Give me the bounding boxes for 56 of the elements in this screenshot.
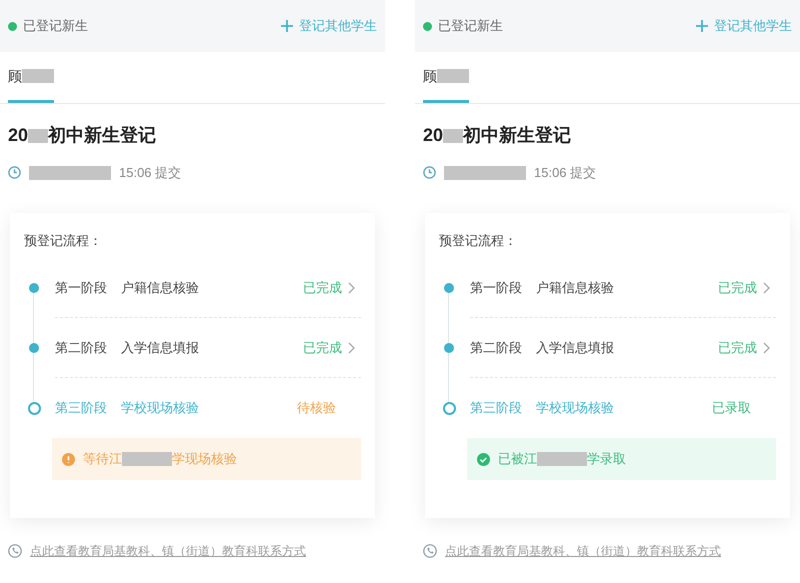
chevron-right-icon <box>763 282 770 294</box>
student-tab[interactable]: 顾 <box>423 52 469 103</box>
check-circle-icon <box>477 452 490 466</box>
step-stage: 第三阶段 <box>55 399 107 418</box>
notice-text: 等待江 <box>83 450 122 468</box>
notice-text: 已被江 <box>498 450 537 468</box>
add-student-button[interactable]: 登记其他学生 <box>281 16 377 36</box>
step-status[interactable]: 已完成 <box>718 278 757 298</box>
contact-link[interactable]: 点此查看教育局基教科、镇（街道）教育科联系方式 <box>445 542 721 560</box>
clock-icon <box>8 166 21 180</box>
contact-link[interactable]: 点此查看教育局基教科、镇（街道）教育科联系方式 <box>30 542 306 560</box>
step-name: 入学信息填报 <box>121 338 200 357</box>
status-label: 已登记新生 <box>438 17 503 36</box>
phone-icon <box>423 544 437 558</box>
step-name: 户籍信息核验 <box>536 278 615 297</box>
submit-time: 15:06 提交 <box>119 164 182 182</box>
step-status[interactable]: 已完成 <box>718 338 757 358</box>
step-status: 已录取 <box>712 399 751 418</box>
plus-icon <box>281 20 293 32</box>
step-stage: 第二阶段 <box>55 338 107 357</box>
redaction-block <box>22 69 54 83</box>
step-name: 学校现场核验 <box>121 399 200 418</box>
plus-icon <box>696 20 708 32</box>
submit-time: 15:06 提交 <box>534 164 596 182</box>
step-status[interactable]: 已完成 <box>303 338 342 358</box>
form-title: 初中新生登记 <box>463 124 572 147</box>
form-title: 初中新生登记 <box>48 124 156 147</box>
step-stage: 第一阶段 <box>470 278 522 297</box>
chevron-right-icon <box>348 342 355 354</box>
redaction-block <box>28 128 48 142</box>
redaction-block <box>537 452 587 466</box>
process-title: 预登记流程： <box>439 232 518 250</box>
notice-text: 学录取 <box>587 450 626 468</box>
step-stage: 第二阶段 <box>470 338 522 357</box>
step-name: 入学信息填报 <box>536 338 615 357</box>
chevron-right-icon <box>348 282 355 294</box>
step-stage: 第三阶段 <box>470 399 522 418</box>
student-tab[interactable]: 顾 <box>8 52 54 103</box>
redaction-block <box>437 69 469 83</box>
step-status[interactable]: 已完成 <box>303 278 342 298</box>
form-title: 20 <box>8 124 28 147</box>
step-name: 学校现场核验 <box>536 399 615 418</box>
status-label: 已登记新生 <box>23 17 88 36</box>
redaction-block <box>443 128 464 142</box>
step-name: 户籍信息核验 <box>121 278 200 297</box>
redaction-block <box>122 452 172 466</box>
step-stage: 第一阶段 <box>55 278 107 297</box>
warning-icon <box>62 452 75 466</box>
step-status: 待核验 <box>297 399 336 418</box>
clock-icon <box>423 166 436 180</box>
chevron-right-icon <box>763 342 770 354</box>
form-title: 20 <box>423 124 444 147</box>
add-student-button[interactable]: 登记其他学生 <box>696 16 792 36</box>
notice-text: 学现场核验 <box>172 450 237 468</box>
process-title: 预登记流程： <box>24 232 103 250</box>
phone-icon <box>8 544 22 558</box>
